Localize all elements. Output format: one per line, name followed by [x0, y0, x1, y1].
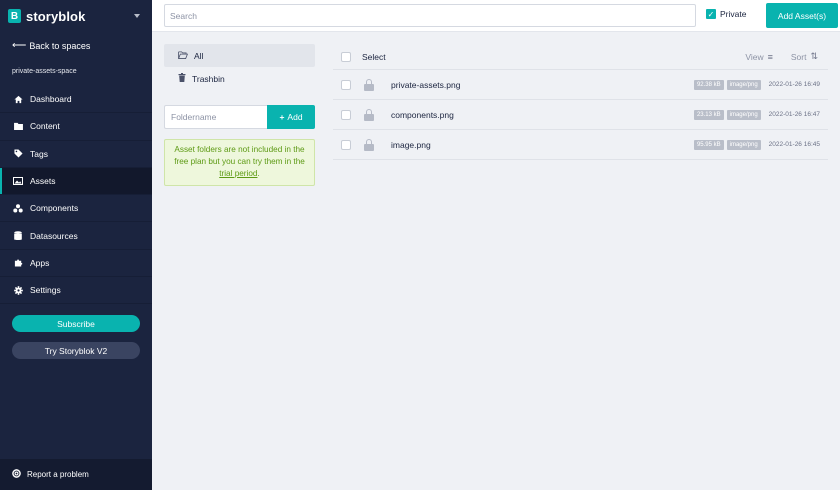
private-label: Private [720, 9, 747, 19]
back-to-spaces-label: Back to spaces [29, 40, 91, 51]
sidebar-item-components[interactable]: Components [0, 195, 152, 223]
private-checkbox[interactable]: ✓ Private [706, 9, 746, 19]
asset-filename: image.png [391, 139, 431, 150]
asset-type-badge: image/png [726, 109, 761, 120]
components-icon [13, 203, 23, 213]
report-problem-label: Report a problem [27, 470, 89, 479]
add-assets-button[interactable]: Add Asset(s) [766, 3, 838, 28]
sidebar-item-datasources[interactable]: Datasources [0, 222, 152, 250]
list-view-icon: ≡ [767, 51, 773, 62]
asset-list-header: Select View ≡ Sort ⇅ [333, 44, 828, 70]
gear-icon [13, 285, 23, 295]
foldername-input[interactable] [164, 105, 267, 129]
lock-icon [364, 138, 374, 151]
asset-checkbox[interactable] [341, 109, 351, 120]
top-bar: ✓ Private Add Asset(s) [152, 0, 840, 32]
sidebar-item-label: Dashboard [30, 94, 72, 105]
add-folder-label: Add [287, 112, 303, 122]
asset-meta: 23.13 kB image/png 2022-01-26 16:47 [691, 109, 828, 120]
image-icon [13, 176, 23, 186]
asset-date: 2022-01-26 16:47 [768, 111, 820, 118]
asset-filename: private-assets.png [391, 79, 461, 90]
folder-icon [13, 121, 23, 131]
sidebar-item-apps[interactable]: Apps [0, 250, 152, 278]
asset-filename: components.png [391, 109, 454, 120]
lock-icon [364, 108, 374, 121]
sidebar-item-assets[interactable]: Assets [0, 167, 152, 196]
sidebar-item-dashboard[interactable]: Dashboard [0, 86, 152, 114]
asset-meta: 92.38 kB image/png 2022-01-26 16:49 [691, 79, 828, 90]
sidebar-item-label: Tags [30, 148, 48, 159]
plus-icon: + [279, 112, 285, 122]
sort-label: Sort [790, 51, 807, 62]
select-all-checkbox[interactable] [341, 51, 351, 62]
sidebar-item-label: Settings [30, 285, 61, 296]
asset-size-badge: 92.38 kB [693, 79, 724, 90]
storyblok-logo-icon: B [8, 9, 21, 23]
sidebar-nav: Dashboard Content Tags Assets Components [0, 86, 152, 305]
sidebar-item-settings[interactable]: Settings [0, 277, 152, 305]
puzzle-icon [13, 258, 23, 268]
folder-trashbin[interactable]: Trashbin [164, 68, 315, 89]
folder-all[interactable]: All [164, 44, 315, 67]
sidebar-item-label: Content [30, 121, 60, 132]
lock-icon [364, 78, 374, 91]
trash-icon [178, 73, 186, 84]
sidebar-item-label: Datasources [30, 230, 78, 241]
asset-size-badge: 95.95 kB [693, 139, 724, 150]
asset-size-badge: 23.13 kB [693, 109, 724, 120]
asset-date: 2022-01-26 16:49 [768, 81, 820, 88]
asset-meta: 95.95 kB image/png 2022-01-26 16:45 [691, 139, 828, 150]
report-problem-link[interactable]: Report a problem [0, 459, 152, 490]
asset-checkbox[interactable] [341, 79, 351, 90]
subscribe-button[interactable]: Subscribe [12, 315, 140, 332]
view-label: View [745, 51, 764, 62]
caret-down-icon[interactable] [134, 14, 140, 18]
notice-end: . [257, 169, 260, 178]
home-icon [13, 94, 23, 104]
sidebar-item-label: Components [30, 203, 79, 214]
asset-row[interactable]: image.png 95.95 kB image/png 2022-01-26 … [333, 130, 828, 160]
sort-icon: ⇅ [810, 51, 818, 61]
folder-trashbin-label: Trashbin [192, 73, 225, 84]
select-label: Select [362, 51, 386, 62]
sort-toggle[interactable]: Sort ⇅ [791, 51, 818, 62]
folders-plan-notice: Asset folders are not included in the fr… [164, 139, 315, 186]
search-input[interactable] [164, 4, 696, 27]
asset-row[interactable]: components.png 23.13 kB image/png 2022-0… [333, 100, 828, 130]
brand-name: storyblok [26, 8, 86, 24]
asset-checkbox[interactable] [341, 139, 351, 150]
tag-icon [13, 149, 23, 159]
lifebuoy-icon [12, 469, 21, 480]
sidebar-item-tags[interactable]: Tags [0, 141, 152, 168]
sidebar-item-label: Assets [30, 176, 56, 187]
view-toggle[interactable]: View ≡ [745, 52, 773, 62]
trial-period-link[interactable]: trial period [219, 169, 257, 178]
sidebar-item-label: Apps [30, 257, 50, 268]
database-icon [13, 230, 23, 241]
add-folder-button[interactable]: + Add [267, 105, 315, 129]
back-to-spaces-link[interactable]: ⟵ Back to spaces [0, 32, 152, 59]
space-name: private-assets-space [12, 68, 77, 75]
folder-all-label: All [194, 50, 204, 61]
sidebar: B storyblok ⟵ Back to spaces private-ass… [0, 0, 152, 490]
arrow-left-icon: ⟵ [12, 40, 27, 51]
asset-type-badge: image/png [726, 79, 761, 90]
checkmark-icon: ✓ [706, 9, 716, 19]
sidebar-item-content[interactable]: Content [0, 113, 152, 141]
try-storyblok-v2-button[interactable]: Try Storyblok V2 [12, 342, 140, 359]
asset-date: 2022-01-26 16:45 [768, 141, 820, 148]
brand-switcher[interactable]: B storyblok [0, 0, 152, 32]
folder-open-icon [178, 50, 189, 61]
asset-type-badge: image/png [726, 139, 761, 150]
asset-row[interactable]: private-assets.png 92.38 kB image/png 20… [333, 70, 828, 100]
notice-text: Asset folders are not included in the fr… [174, 145, 305, 166]
